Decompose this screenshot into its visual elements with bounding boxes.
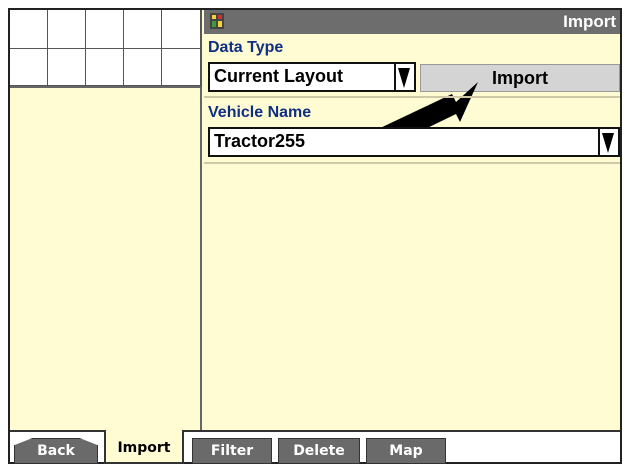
data-type-label: Data Type (208, 39, 284, 56)
main-frame: Import Data Type Current Layout Import V… (8, 8, 622, 464)
grid-cell[interactable] (48, 49, 86, 86)
tab-map[interactable]: Map (366, 438, 446, 464)
title-bar: Import (204, 10, 620, 34)
vehicle-name-value: Tractor255 (214, 131, 306, 151)
grid-cell[interactable] (162, 10, 201, 49)
grid-cell[interactable] (124, 10, 162, 49)
divider (204, 162, 620, 164)
layout-grid (10, 10, 202, 88)
grid-cell[interactable] (162, 49, 201, 86)
tab-back[interactable]: Back (14, 438, 98, 464)
grid-cell[interactable] (124, 49, 162, 86)
grid-cell[interactable] (48, 10, 86, 49)
left-pane (10, 88, 202, 430)
chevron-down-icon[interactable] (598, 129, 618, 155)
tab-filter[interactable]: Filter (192, 438, 272, 464)
grid-cell[interactable] (10, 10, 48, 49)
bottom-tab-bar: Back Import Filter Delete Map (10, 430, 620, 464)
grid-cell[interactable] (86, 10, 124, 49)
vehicle-name-label: Vehicle Name (208, 104, 312, 121)
window-title: Import (563, 12, 616, 31)
tab-delete[interactable]: Delete (278, 438, 360, 464)
divider (204, 96, 620, 98)
app-icon (210, 13, 224, 29)
grid-cell[interactable] (86, 49, 124, 86)
tab-import[interactable]: Import (104, 430, 184, 464)
data-type-value: Current Layout (214, 66, 344, 86)
grid-cell[interactable] (10, 49, 48, 86)
vehicle-name-dropdown[interactable]: Tractor255 (208, 127, 620, 157)
